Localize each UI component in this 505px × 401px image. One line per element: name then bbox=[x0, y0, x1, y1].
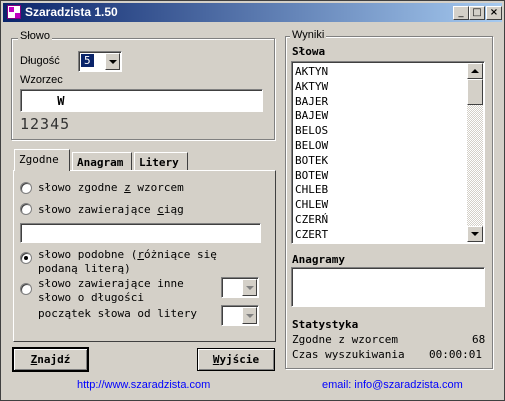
list-item[interactable]: BOTEW bbox=[295, 168, 328, 183]
list-item[interactable]: BELOW bbox=[295, 138, 328, 153]
arrow-up-icon bbox=[471, 69, 479, 73]
opt-similar-line1: słowo podobne (różniące się bbox=[38, 248, 217, 261]
email-link[interactable]: email: info@szaradzista.com bbox=[322, 379, 463, 391]
list-item[interactable]: CZERT bbox=[295, 227, 328, 242]
minimize-button[interactable]: _ bbox=[453, 6, 469, 20]
list-item[interactable]: AKTYW bbox=[295, 79, 328, 94]
tab-zgodne-label: Zgodne bbox=[19, 153, 59, 166]
window-title: Szaradzista 1.50 bbox=[25, 5, 118, 19]
radio-contains[interactable] bbox=[20, 203, 32, 215]
list-item[interactable]: AKTYN bbox=[295, 64, 328, 79]
stats-label: Statystyka bbox=[292, 318, 359, 331]
app-logo-icon bbox=[7, 5, 21, 19]
other-length-dropdown-button[interactable] bbox=[242, 279, 257, 296]
opt-pattern-label: słowo zgodne z wzorcem bbox=[38, 181, 184, 194]
chevron-down-icon bbox=[246, 314, 254, 318]
length-select[interactable]: 5 bbox=[78, 51, 122, 72]
close-button[interactable]: × bbox=[486, 6, 502, 20]
scroll-thumb[interactable] bbox=[467, 79, 483, 105]
word-group-title: Słowo bbox=[18, 30, 52, 42]
opt-contains-label: słowo zawierające ciąg bbox=[38, 203, 184, 216]
list-item[interactable]: CHLEB bbox=[295, 182, 328, 197]
words-list[interactable]: AKTYN AKTYW BAJER BAJEW BELOS BELOW BOTEK BOTEW… bbox=[291, 61, 485, 244]
pattern-label: Wzorzec bbox=[20, 74, 63, 86]
radio-similar[interactable] bbox=[20, 252, 32, 264]
contains-input[interactable] bbox=[20, 223, 261, 243]
opt-other-line1: słowo zawierające inne bbox=[38, 277, 184, 290]
list-item[interactable]: BOTEK bbox=[295, 153, 328, 168]
tab-zgodne-active[interactable]: Zgodne bbox=[14, 149, 70, 171]
list-item[interactable]: BAJEW bbox=[295, 108, 328, 123]
position-digits: 12345 bbox=[20, 115, 71, 133]
words-label: Słowa bbox=[292, 45, 326, 58]
find-button[interactable]: Znajdź bbox=[12, 347, 89, 372]
arrow-down-icon bbox=[471, 232, 479, 236]
words-scrollbar[interactable] bbox=[467, 63, 483, 242]
start-letter-dropdown-button[interactable] bbox=[242, 307, 257, 324]
list-item[interactable]: CHLEW bbox=[295, 197, 328, 212]
opt-similar-line2: podaną literą) bbox=[38, 262, 131, 275]
anagrams-list[interactable] bbox=[291, 267, 485, 307]
website-link[interactable]: http://www.szaradzista.com bbox=[77, 379, 210, 391]
anagrams-label: Anagramy bbox=[292, 253, 345, 266]
scroll-up-button[interactable] bbox=[467, 63, 483, 79]
stat-time-value: 00:00:01 bbox=[429, 348, 482, 361]
app-window: Szaradzista 1.50 _ □ × Słowo Długość 5 W… bbox=[0, 0, 505, 401]
list-item[interactable]: BELOS bbox=[295, 123, 328, 138]
list-item[interactable]: BAJER bbox=[295, 94, 328, 109]
length-value: 5 bbox=[81, 54, 94, 67]
tab-litery-label: Litery bbox=[139, 156, 179, 169]
other-length-select[interactable] bbox=[221, 277, 259, 298]
tab-anagram-label: Anagram bbox=[77, 156, 124, 169]
maximize-button[interactable]: □ bbox=[469, 6, 485, 20]
list-item[interactable]: CZERŃ bbox=[295, 212, 328, 227]
scroll-down-button[interactable] bbox=[467, 226, 483, 242]
radio-other[interactable] bbox=[20, 283, 32, 295]
radio-pattern[interactable] bbox=[20, 182, 32, 194]
tab-anagram[interactable]: Anagram bbox=[72, 152, 132, 171]
results-group-title: Wyniki bbox=[290, 29, 327, 41]
title-bar[interactable]: Szaradzista 1.50 _ □ × bbox=[3, 3, 502, 22]
stat-time-label: Czas wyszukiwania bbox=[292, 348, 405, 361]
length-dropdown-button[interactable] bbox=[105, 53, 120, 70]
pattern-value: W bbox=[22, 94, 67, 108]
start-letter-label: początek słowa od litery bbox=[38, 307, 197, 320]
stat-match-label: Zgodne z wzorcem bbox=[292, 333, 398, 346]
chevron-down-icon bbox=[246, 286, 254, 290]
opt-other-line2: słowo o długości bbox=[38, 291, 144, 304]
stat-match-value: 68 bbox=[472, 333, 486, 346]
start-letter-select[interactable] bbox=[221, 305, 259, 326]
chevron-down-icon bbox=[109, 60, 117, 64]
pattern-input[interactable]: W bbox=[20, 89, 263, 112]
length-label: Długość bbox=[20, 55, 60, 67]
tab-litery[interactable]: Litery bbox=[134, 152, 188, 171]
exit-button[interactable]: Wyjście bbox=[197, 348, 275, 371]
